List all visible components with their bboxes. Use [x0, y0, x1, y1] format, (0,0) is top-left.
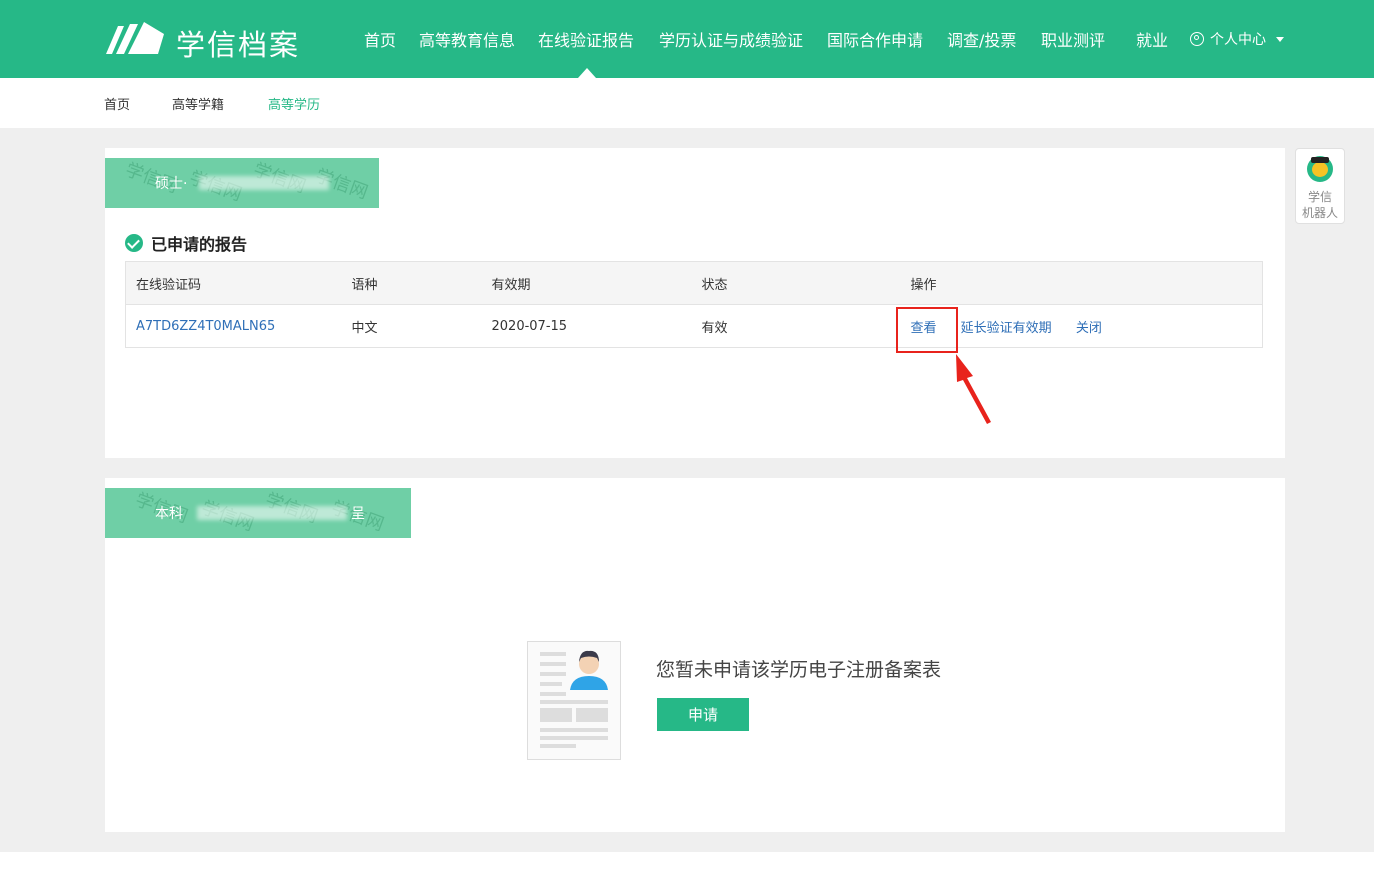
redaction-blur [197, 506, 347, 520]
breadcrumb-subnav: 首页 高等学籍 高等学历 [0, 78, 1374, 128]
empty-state-text: 您暂未申请该学历电子注册备案表 [656, 659, 942, 681]
nav-survey-vote[interactable]: 调查/投票 [947, 27, 1016, 51]
column-header-code: 在线验证码 [125, 261, 342, 305]
section-title-applied-reports: 已申请的报告 [125, 231, 247, 255]
nav-employment[interactable]: 就业 [1136, 27, 1168, 51]
footer [0, 852, 1374, 882]
annotation-arrow-icon [956, 354, 991, 424]
user-center-label: 个人中心 [1210, 32, 1266, 48]
user-center-menu[interactable]: 个人中心 [1190, 29, 1284, 49]
robot-label: 学信 机器人 [1296, 189, 1344, 221]
table-row: A7TD6ZZ4T0MALN65 中文 2020-07-15 有效 查看 延长验… [125, 304, 1263, 348]
degree-label-bachelor: 学信网 学信网 学信网 学信网 本科 呈 [105, 488, 411, 538]
subnav-home[interactable]: 首页 [104, 94, 130, 113]
subnav-degree[interactable]: 高等学历 [268, 94, 320, 113]
degree-label-text: 硕士· [155, 176, 188, 192]
subnav-student-status[interactable]: 高等学籍 [172, 94, 224, 113]
nav-higher-education-info[interactable]: 高等教育信息 [419, 27, 515, 51]
close-report-link[interactable]: 关闭 [1076, 321, 1102, 336]
nav-career-assessment[interactable]: 职业测评 [1041, 27, 1105, 51]
logo[interactable]: 学信档案 [104, 18, 304, 62]
verification-code-link[interactable]: A7TD6ZZ4T0MALN65 [136, 319, 275, 334]
top-navbar: 学信档案 首页 高等教育信息 在线验证报告 学历认证与成绩验证 国际合作申请 调… [0, 0, 1374, 78]
apply-button[interactable]: 申请 [657, 698, 749, 731]
robot-avatar-icon [1307, 156, 1333, 182]
nav-international-cooperation[interactable]: 国际合作申请 [827, 27, 923, 51]
user-circle-icon [1190, 32, 1204, 46]
document-illustration [527, 641, 621, 760]
column-header-valid-until: 有效期 [481, 261, 692, 305]
robot-label-line1: 学信 [1307, 190, 1332, 204]
nav-active-indicator [578, 68, 596, 78]
degree-label-tail: 呈 [351, 506, 365, 522]
degree-label-text: 本科 [155, 506, 183, 522]
logo-text: 学信档案 [176, 28, 301, 62]
table-header-row: 在线验证码 语种 有效期 状态 操作 [125, 261, 1263, 305]
status-cell: 有效 [691, 304, 901, 348]
section-title-text: 已申请的报告 [151, 235, 248, 254]
redaction-blur [199, 176, 329, 190]
logo-icon [106, 22, 164, 54]
degree-card-bachelor: 学信网 学信网 学信网 学信网 本科 呈 您暂未申请该学历电子注册备案表 申请 [105, 478, 1285, 832]
nav-degree-certification[interactable]: 学历认证与成绩验证 [659, 27, 803, 51]
reports-table: 在线验证码 语种 有效期 状态 操作 A7TD6ZZ4T0MALN65 中文 2… [125, 261, 1263, 348]
annotation-highlight-box [896, 307, 958, 353]
robot-label-line2: 机器人 [1301, 206, 1338, 220]
chat-robot-widget[interactable]: 学信 机器人 [1295, 148, 1345, 224]
check-circle-icon [125, 234, 143, 252]
nav-online-verification-report[interactable]: 在线验证报告 [538, 27, 634, 51]
degree-card-master: 学信网 学信网 学信网 学信网 硕士· 已申请的报告 在线验证码 语种 有效期 … [105, 148, 1285, 458]
degree-label-master: 学信网 学信网 学信网 学信网 硕士· [105, 158, 379, 208]
document-person-icon [540, 650, 608, 748]
extend-validity-link[interactable]: 延长验证有效期 [961, 321, 1052, 336]
chevron-down-icon [1276, 36, 1284, 42]
nav-home[interactable]: 首页 [364, 27, 396, 51]
column-header-status: 状态 [691, 261, 901, 305]
column-header-actions: 操作 [900, 261, 1263, 305]
column-header-language: 语种 [341, 261, 482, 305]
valid-until-cell: 2020-07-15 [481, 304, 692, 348]
language-cell: 中文 [341, 304, 482, 348]
